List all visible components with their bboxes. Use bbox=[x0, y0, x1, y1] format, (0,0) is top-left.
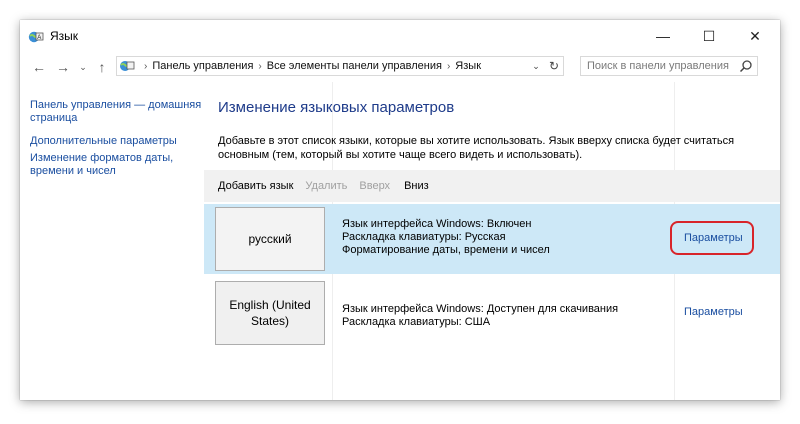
remove-language-button: Удалить bbox=[305, 180, 348, 192]
info-line: Язык интерфейса Windows: Включен bbox=[342, 218, 532, 230]
breadcrumb-separator: › bbox=[258, 60, 262, 72]
info-line: Язык интерфейса Windows: Доступен для ск… bbox=[342, 303, 619, 315]
breadcrumb-separator: › bbox=[446, 60, 451, 72]
language-row-english[interactable]: English (United States) Язык интерфейса … bbox=[204, 278, 780, 348]
minimize-button[interactable]: — bbox=[640, 20, 686, 52]
address-bar[interactable]: › Панель управления › Все элементы панел… bbox=[116, 56, 564, 76]
breadcrumb-all-items[interactable]: Все элементы панели управления bbox=[267, 60, 442, 72]
window-title: Язык bbox=[50, 29, 79, 43]
language-row-russian[interactable]: русский Язык интерфейса Windows: Включен… bbox=[204, 204, 780, 274]
language-icon: A bbox=[28, 31, 44, 43]
sidebar-item-advanced-settings[interactable]: Дополнительные параметры bbox=[30, 135, 210, 148]
move-up-button: Вверх bbox=[359, 180, 391, 192]
breadcrumb-control-panel[interactable]: Панель управления bbox=[152, 60, 253, 72]
search-box[interactable] bbox=[580, 56, 758, 76]
control-panel-icon bbox=[120, 61, 135, 71]
title-bar[interactable]: A Язык — ☐ ✕ bbox=[20, 20, 780, 52]
info-line: Форматирование даты, времени и чисел bbox=[342, 244, 550, 256]
options-link-english[interactable]: Параметры bbox=[684, 306, 743, 318]
breadcrumb-separator: › bbox=[144, 60, 148, 72]
forward-button[interactable]: → bbox=[52, 52, 74, 82]
language-toolbar: Добавить язык Удалить Вверх Вниз bbox=[204, 170, 780, 202]
address-dropdown-icon[interactable]: ⌄ bbox=[527, 61, 545, 72]
language-button-english[interactable]: English (United States) bbox=[215, 281, 325, 345]
maximize-button[interactable]: ☐ bbox=[686, 20, 732, 52]
language-button-russian[interactable]: русский bbox=[215, 207, 325, 271]
search-input[interactable] bbox=[581, 57, 743, 75]
sidebar: Панель управления — домашняя страница До… bbox=[30, 82, 210, 178]
close-button[interactable]: ✕ bbox=[732, 20, 778, 52]
page-description: Добавьте в этот список языки, которые вы… bbox=[218, 135, 735, 161]
navigation-bar: ← → ⌄ ↑ › Панель управления › Все элемен… bbox=[20, 52, 780, 82]
search-icon[interactable] bbox=[739, 59, 753, 73]
sidebar-item-formats[interactable]: Изменение форматов даты, времени и чисел bbox=[30, 152, 210, 178]
language-info: Язык интерфейса Windows: Доступен для ск… bbox=[342, 303, 618, 329]
add-language-button[interactable]: Добавить язык bbox=[218, 180, 293, 192]
info-line: Раскладка клавиатуры: США bbox=[342, 316, 491, 328]
language-info: Язык интерфейса Windows: Включен Расклад… bbox=[342, 218, 550, 257]
main-content: Изменение языковых параметров Добавьте в… bbox=[204, 82, 780, 400]
sidebar-item-home[interactable]: Панель управления — домашняя страница bbox=[30, 99, 210, 125]
page-title: Изменение языковых параметров bbox=[218, 99, 455, 116]
language-window: A Язык — ☐ ✕ ← → ⌄ ↑ › Панель управления… bbox=[20, 20, 780, 400]
info-line: Раскладка клавиатуры: Русская bbox=[342, 231, 506, 243]
svg-text:A: A bbox=[37, 35, 41, 41]
breadcrumb-language[interactable]: Язык bbox=[455, 60, 481, 72]
up-button[interactable]: ↑ bbox=[92, 52, 112, 82]
back-button[interactable]: ← bbox=[28, 52, 50, 82]
recent-locations-button[interactable]: ⌄ bbox=[76, 52, 90, 82]
move-down-button[interactable]: Вниз bbox=[404, 180, 429, 192]
options-link-russian[interactable]: Параметры bbox=[684, 232, 743, 244]
refresh-icon[interactable]: ↻ bbox=[545, 59, 563, 73]
